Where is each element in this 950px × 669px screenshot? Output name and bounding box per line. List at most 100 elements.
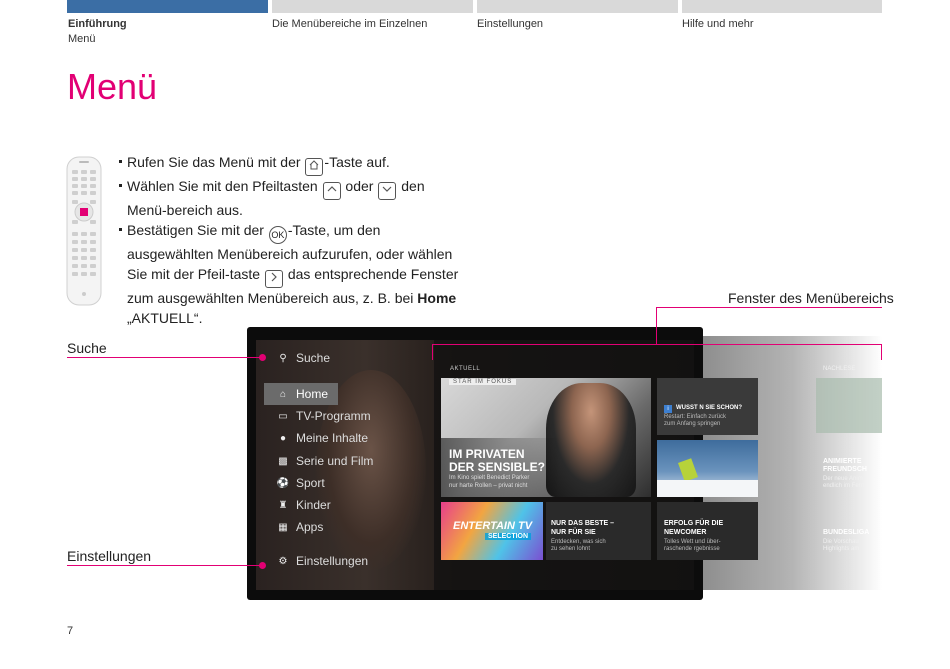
entertain-tile[interactable]: ENTERTAIN TV SELECTION	[441, 502, 543, 560]
skier-image	[678, 458, 698, 482]
arrow-down-key-icon	[378, 182, 397, 200]
ski-image-tile[interactable]	[657, 440, 758, 497]
tv-search-label: Suche	[296, 351, 331, 365]
tv-section-label: AKTUELL	[450, 366, 481, 372]
ok-key-icon: OK	[268, 226, 287, 244]
soccer-ball-icon: ⚽	[276, 477, 290, 489]
apps-grid-icon: ▦	[278, 521, 288, 533]
tile-title: NEWCOMER	[664, 529, 707, 536]
tv-menu-item-meine-inhalte[interactable]: ● Meine Inhalte	[264, 427, 368, 449]
instruction-text: -Taste auf.	[324, 154, 390, 170]
ghost-tile-title: BUNDESLIGA	[823, 529, 870, 536]
hero-title-line: IM PRIVATEN	[449, 447, 525, 461]
hero-subtitle: Im Kino spielt Benedict Parker	[449, 475, 530, 481]
entertain-subtitle: SELECTION	[485, 533, 532, 540]
hero-subtitle: nur harte Rollen – privat nicht	[449, 483, 528, 489]
tv-menu-item-tv-programm[interactable]: ▭ TV-Programm	[264, 405, 371, 427]
wussten-tile[interactable]: i WUSST N SIE SCHON? Restart: Einfach zu…	[657, 378, 758, 435]
tv-menu-label: TV-Programm	[296, 409, 371, 423]
tab-menuebereiche[interactable]: Die Menübereiche im Einzelnen	[272, 18, 427, 30]
instruction-item-1: Rufen Sie das Menü mit der -Taste auf.	[119, 152, 459, 176]
info-icon: i	[664, 405, 672, 413]
instruction-text: oder	[341, 178, 378, 194]
tv-settings-item[interactable]: ⚙ Einstellungen	[264, 550, 369, 572]
hero-title-line: DER SENSIBLE?	[449, 460, 546, 474]
clapperboard-icon: ▩	[278, 455, 288, 467]
page-number: 7	[67, 625, 74, 637]
nav-tab-bar-4[interactable]	[682, 0, 882, 13]
star-im-fokus-badge: STAR IM FOKUS	[449, 379, 517, 385]
tab-hilfe[interactable]: Hilfe und mehr	[682, 18, 754, 30]
instruction-list: Rufen Sie das Menü mit der -Taste auf. W…	[119, 152, 459, 328]
kids-icon: ♜	[278, 499, 288, 511]
tv-menu-item-home[interactable]: ⌂ Home	[264, 383, 338, 405]
ghost-tile-title: FREUNDSCH	[823, 466, 867, 473]
erfolg-tile[interactable]: ERFOLG FÜR DIE NEWCOMER Tolles Wett und …	[657, 502, 758, 560]
ghost-tile-sub: Die Vorschau	[823, 539, 859, 545]
ghost-section-label: NACHLESE	[823, 366, 856, 372]
tv-menu-label: Apps	[296, 520, 324, 534]
instruction-text: „AKTUELL“.	[127, 310, 203, 326]
tv-menu-label: Serie und Film	[296, 454, 374, 468]
home-key-icon	[305, 158, 324, 176]
callout-settings-dot	[259, 562, 266, 569]
tv-menu-item-apps[interactable]: ▦ Apps	[264, 516, 323, 538]
callout-window-line-v	[656, 307, 657, 345]
callout-window-bracket-h	[432, 344, 882, 345]
tv-search-item[interactable]: ⚲ Suche	[264, 347, 330, 369]
ghost-tile-title: ANIMIERTE	[823, 458, 862, 465]
tv-menu-item-kinder[interactable]: ♜ Kinder	[264, 494, 331, 516]
tab-sub-menue[interactable]: Menü	[68, 33, 96, 45]
callout-window-label: Fenster des Menübereichs	[728, 290, 894, 306]
search-icon: ⚲	[279, 352, 287, 364]
tab-einstellungen[interactable]: Einstellungen	[477, 18, 543, 30]
nav-tab-bar-3[interactable]	[477, 0, 678, 13]
page-title: Menü	[67, 66, 158, 107]
nav-tab-bar-2[interactable]	[272, 0, 473, 13]
instruction-text: Wählen Sie mit den Pfeiltasten	[127, 178, 322, 194]
tv-menu-label: Sport	[296, 476, 325, 490]
tile-sub: Tolles Wett und über-	[664, 539, 721, 545]
remote-control-icon	[66, 156, 102, 306]
ghost-tile-sub: Highlights am	[823, 546, 860, 552]
tv-icon: ▭	[278, 410, 288, 422]
tile-sub: Entdecken, was sich	[551, 539, 606, 545]
ghost-tile-sub: endlich im Fern	[823, 483, 865, 489]
hero-tile[interactable]: STAR IM FOKUS IM PRIVATEN DER SENSIBLE? …	[441, 378, 651, 497]
instruction-item-2: Wählen Sie mit den Pfeiltasten oder den …	[119, 176, 459, 220]
ghost-tile-sub: Der neue Anim	[823, 476, 863, 482]
callout-window-bracket-left	[432, 344, 433, 360]
callout-search-line	[67, 357, 262, 358]
tv-menu-item-sport[interactable]: ⚽ Sport	[264, 472, 325, 494]
instruction-bold-text: Home	[417, 290, 457, 306]
tv-menu-item-serie-film[interactable]: ▩ Serie und Film	[264, 450, 373, 472]
callout-search-dot	[259, 354, 266, 361]
arrow-right-key-icon	[264, 270, 283, 288]
tv-menu-label: Home	[296, 387, 329, 401]
callout-window-bracket-right	[881, 344, 882, 360]
arrow-up-key-icon	[322, 182, 341, 200]
tile-title: WUSST N SIE SCHON?	[676, 405, 743, 411]
tile-sub: zu sehen lohnt	[551, 546, 591, 552]
callout-settings-line	[67, 565, 262, 566]
best-tile[interactable]: NUR DAS BESTE – NUR FÜR SIE Entdecken, w…	[546, 502, 651, 560]
home-icon: ⌂	[279, 388, 287, 400]
callout-settings-label: Einstellungen	[67, 548, 152, 564]
tile-title: ERFOLG FÜR DIE	[664, 520, 724, 527]
tv-menu-label: Kinder	[296, 498, 331, 512]
instruction-text: Bestätigen Sie mit der	[127, 222, 268, 238]
user-icon: ●	[279, 432, 287, 444]
callout-search-label: Suche	[67, 340, 107, 356]
instruction-item-3: Bestätigen Sie mit der OK -Taste, um den …	[119, 220, 459, 328]
tile-sub: Restart: Einfach zurück	[664, 414, 727, 420]
nav-tab-bar-1[interactable]	[67, 0, 268, 13]
tile-sub: zum Anfang springen	[664, 421, 721, 427]
callout-window-line-h	[656, 307, 882, 308]
tv-menu-label: Meine Inhalte	[296, 431, 369, 445]
tv-settings-label: Einstellungen	[296, 554, 369, 568]
tab-einfuehrung[interactable]: Einführung	[68, 18, 127, 30]
mountain-image	[657, 480, 758, 497]
tile-sub: raschende rgebnisse	[664, 546, 720, 552]
entertain-title: ENTERTAIN TV	[453, 520, 533, 532]
tile-title: NUR FÜR SIE	[551, 529, 596, 536]
